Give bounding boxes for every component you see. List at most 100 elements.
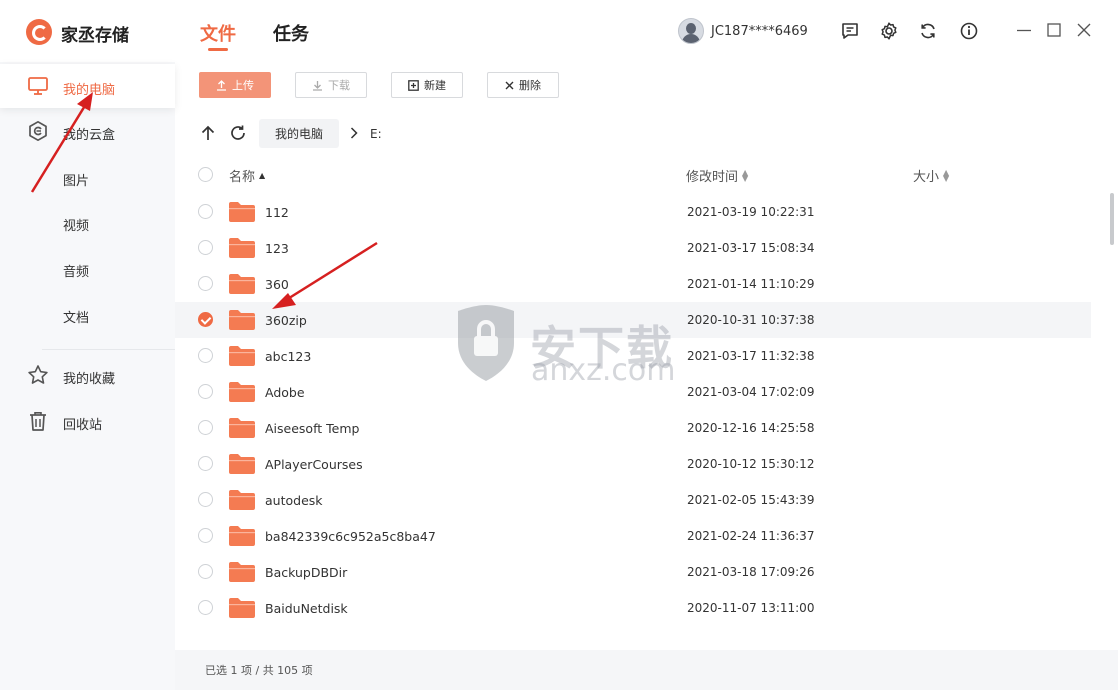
folder-icon <box>229 598 255 618</box>
file-name: APlayerCourses <box>265 457 363 472</box>
minimize-icon[interactable] <box>1014 20 1034 40</box>
sidebar-item-label: 文档 <box>63 311 90 326</box>
file-modified-time: 2021-03-19 10:22:31 <box>687 205 815 219</box>
table-row[interactable]: 112 2021-03-19 10:22:31 <box>175 194 1091 230</box>
file-modified-time: 2021-03-17 15:08:34 <box>687 241 815 255</box>
sidebar-item-videos[interactable]: 视频 <box>0 200 175 244</box>
row-checkbox[interactable] <box>198 492 213 507</box>
file-modified-time: 2020-12-16 14:25:58 <box>687 421 815 435</box>
sort-asc-icon: ▲ <box>259 170 266 180</box>
download-button[interactable]: 下载 <box>295 72 367 98</box>
folder-icon <box>229 418 255 438</box>
file-modified-time: 2021-03-18 17:09:26 <box>687 565 815 579</box>
row-checkbox[interactable] <box>198 600 213 615</box>
download-icon <box>313 80 322 91</box>
file-name: BaiduNetdisk <box>265 601 348 616</box>
table-row[interactable]: BaiduNetdisk 2020-11-07 13:11:00 <box>175 590 1091 626</box>
sidebar-item-label: 图片 <box>63 174 90 189</box>
table-row[interactable]: 123 2021-03-17 15:08:34 <box>175 230 1091 266</box>
info-icon[interactable] <box>959 21 979 41</box>
delete-button[interactable]: 删除 <box>487 72 559 98</box>
new-folder-button[interactable]: 新建 <box>391 72 463 98</box>
folder-icon <box>229 490 255 510</box>
watermark-shield-icon <box>458 305 514 381</box>
row-checkbox[interactable] <box>198 312 213 327</box>
up-arrow-icon[interactable] <box>199 124 217 142</box>
maximize-icon[interactable] <box>1044 20 1064 40</box>
folder-icon <box>229 382 255 402</box>
row-checkbox[interactable] <box>198 420 213 435</box>
file-name: 123 <box>265 241 289 256</box>
sidebar-item-pictures[interactable]: 图片 <box>0 155 175 199</box>
sidebar-item-label: 音频 <box>63 265 90 280</box>
table-row[interactable]: Aiseesoft Temp 2020-12-16 14:25:58 <box>175 410 1091 446</box>
row-checkbox[interactable] <box>198 276 213 291</box>
row-checkbox[interactable] <box>198 564 213 579</box>
column-header-size[interactable]: 大小 ▲ ▼ <box>913 166 949 185</box>
file-modified-time: 2021-03-04 17:02:09 <box>687 385 815 399</box>
sidebar-item-label: 我的云盒 <box>63 128 116 143</box>
breadcrumb-root[interactable]: 我的电脑 <box>259 119 339 148</box>
table-row[interactable]: autodesk 2021-02-05 15:43:39 <box>175 482 1091 518</box>
username[interactable]: JC187****6469 <box>711 24 808 39</box>
sidebar: 我的电脑 我的云盒 图片 视频 音频 文档 我的收藏 回收站 <box>0 62 175 690</box>
breadcrumb-current[interactable]: E: <box>370 127 382 141</box>
upload-button[interactable]: 上传 <box>199 72 271 98</box>
folder-icon <box>229 454 255 474</box>
sort-icon: ▲ ▼ <box>742 167 749 183</box>
sidebar-item-recycle-bin[interactable]: 回收站 <box>0 399 175 443</box>
tab-files[interactable]: 文件 <box>200 20 236 46</box>
selection-status: 已选 1 项 / 共 105 项 <box>205 664 313 677</box>
active-tab-indicator <box>208 48 228 51</box>
close-icon[interactable] <box>1074 20 1094 40</box>
sidebar-item-label: 视频 <box>63 219 90 234</box>
select-all-checkbox[interactable] <box>198 167 213 182</box>
sidebar-item-audio[interactable]: 音频 <box>0 246 175 290</box>
row-checkbox[interactable] <box>198 456 213 471</box>
sidebar-item-documents[interactable]: 文档 <box>0 292 175 336</box>
column-header-name[interactable]: 名称 ▲ <box>229 166 265 185</box>
file-name: 360 <box>265 277 289 292</box>
row-checkbox[interactable] <box>198 348 213 363</box>
row-checkbox[interactable] <box>198 240 213 255</box>
scrollbar[interactable] <box>1108 62 1116 650</box>
file-name: abc123 <box>265 349 312 364</box>
upload-icon <box>217 79 226 91</box>
sidebar-item-label: 我的收藏 <box>63 372 116 387</box>
row-checkbox[interactable] <box>198 528 213 543</box>
folder-icon <box>229 346 255 366</box>
file-modified-time: 2020-11-07 13:11:00 <box>687 601 815 615</box>
file-modified-time: 2021-02-05 15:43:39 <box>687 493 815 507</box>
refresh-icon[interactable] <box>229 124 247 142</box>
folder-icon <box>229 526 255 546</box>
row-checkbox[interactable] <box>198 204 213 219</box>
tab-tasks[interactable]: 任务 <box>273 20 309 46</box>
settings-icon[interactable] <box>879 21 899 41</box>
table-row[interactable]: BackupDBDir 2021-03-18 17:09:26 <box>175 554 1091 590</box>
table-row[interactable]: ba842339c6c952a5c8ba47 2021-02-24 11:36:3… <box>175 518 1091 554</box>
column-header-modified[interactable]: 修改时间 ▲ ▼ <box>686 166 748 185</box>
folder-icon <box>229 274 255 294</box>
sidebar-item-my-cloud-box[interactable]: 我的云盒 <box>0 109 175 153</box>
file-modified-time: 2020-10-12 15:30:12 <box>687 457 815 471</box>
sort-icon: ▲ ▼ <box>943 167 950 183</box>
refresh-sync-icon[interactable] <box>918 21 938 41</box>
sidebar-item-favorites[interactable]: 我的收藏 <box>0 353 175 397</box>
file-name: Aiseesoft Temp <box>265 421 360 436</box>
table-row[interactable]: 360 2021-01-14 11:10:29 <box>175 266 1091 302</box>
scrollbar-thumb[interactable] <box>1110 193 1114 245</box>
table-row[interactable]: APlayerCourses 2020-10-12 15:30:12 <box>175 446 1091 482</box>
cloud-box-icon <box>29 120 47 142</box>
folder-icon <box>229 238 255 258</box>
file-name: Adobe <box>265 385 305 400</box>
row-checkbox[interactable] <box>198 384 213 399</box>
new-label: 新建 <box>424 79 446 92</box>
delete-label: 删除 <box>519 79 541 92</box>
avatar[interactable] <box>678 18 704 44</box>
sidebar-item-my-computer[interactable]: 我的电脑 <box>0 64 175 108</box>
message-icon[interactable] <box>840 21 860 41</box>
file-modified-time: 2021-02-24 11:36:37 <box>687 529 815 543</box>
folder-icon <box>229 562 255 582</box>
watermark-domain: anxz.com <box>531 353 676 388</box>
trash-icon <box>30 412 46 431</box>
